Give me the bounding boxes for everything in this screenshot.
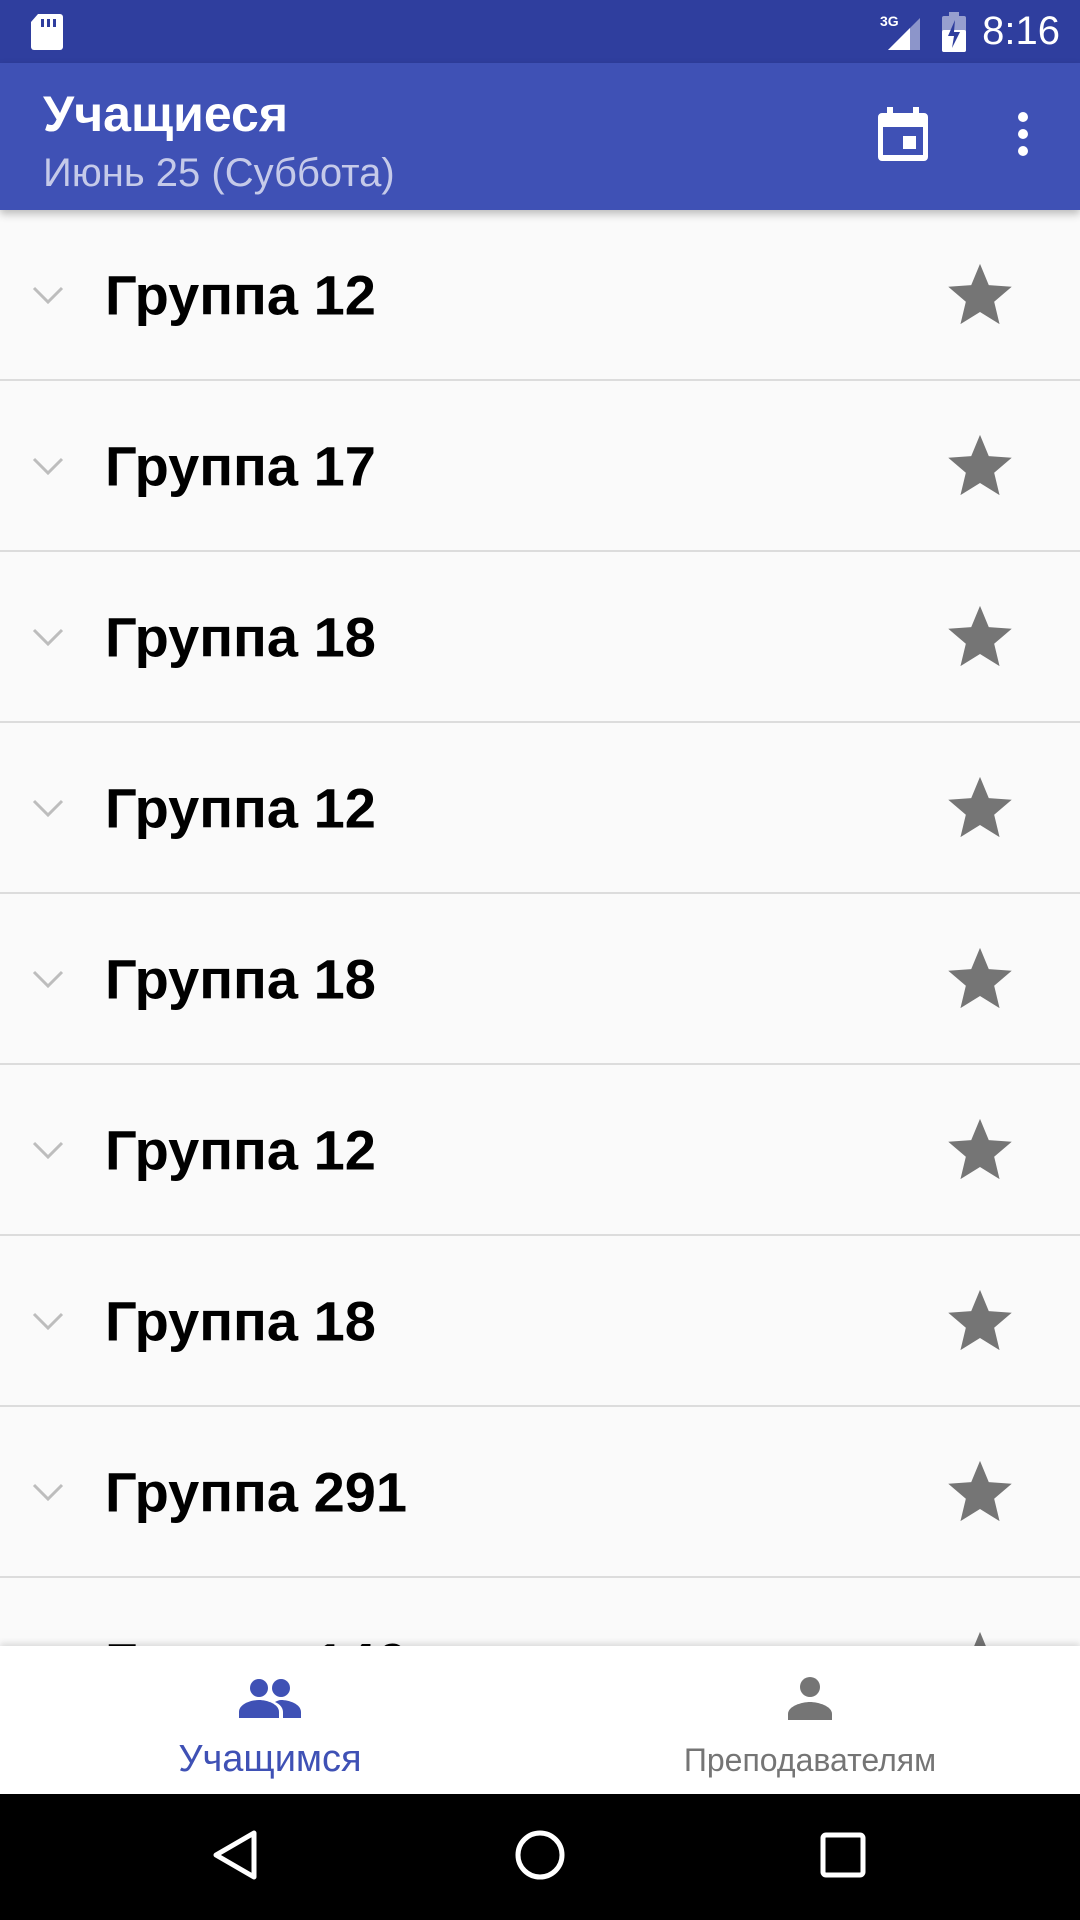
star-icon[interactable] <box>940 1110 1020 1190</box>
page-title: Учащиеся <box>43 86 288 142</box>
list-item[interactable]: Группа 146 <box>0 1578 1080 1646</box>
date-subtitle: Июнь 25 (Суббота) <box>43 151 395 195</box>
tab-teachers[interactable]: Преподавателям <box>540 1646 1080 1794</box>
list-item[interactable]: Группа 12 <box>0 210 1080 381</box>
system-navigation-bar <box>0 1794 1080 1920</box>
group-name: Группа 146 <box>105 1630 407 1646</box>
star-icon[interactable] <box>940 1281 1020 1361</box>
person-icon <box>778 1670 842 1726</box>
tab-students-label: Учащимся <box>178 1738 362 1780</box>
list-item[interactable]: Группа 12 <box>0 723 1080 894</box>
tab-teachers-label: Преподавателям <box>683 1742 937 1778</box>
chevron-down-icon[interactable] <box>30 790 66 826</box>
back-button[interactable] <box>200 1822 270 1892</box>
recent-square-icon <box>820 1832 866 1883</box>
star-icon[interactable] <box>940 768 1020 848</box>
recent-apps-button[interactable] <box>808 1822 878 1892</box>
home-circle-icon <box>514 1829 566 1886</box>
home-button[interactable] <box>505 1822 575 1892</box>
chevron-down-icon[interactable] <box>30 619 66 655</box>
group-name: Группа 12 <box>105 1118 376 1181</box>
chevron-down-icon[interactable] <box>30 1132 66 1168</box>
group-name: Группа 291 <box>105 1460 408 1523</box>
chevron-down-icon[interactable] <box>30 448 66 484</box>
status-time: 8:16 <box>982 9 1060 53</box>
star-icon[interactable] <box>940 1452 1020 1532</box>
list-item[interactable]: Группа 12 <box>0 1065 1080 1236</box>
more-options-button[interactable] <box>990 101 1056 171</box>
list-item[interactable]: Группа 17 <box>0 381 1080 552</box>
star-icon[interactable] <box>940 255 1020 335</box>
app-bar: Учащиеся Июнь 25 (Суббота) <box>0 63 1080 210</box>
people-icon <box>238 1670 302 1726</box>
bottom-navigation: Учащимся Преподавателям <box>0 1646 1080 1794</box>
network-type: 3G <box>880 13 899 29</box>
star-icon[interactable] <box>940 597 1020 677</box>
star-icon[interactable] <box>940 1623 1020 1646</box>
group-name: Группа 18 <box>105 605 376 668</box>
group-name: Группа 18 <box>105 947 376 1010</box>
chevron-down-icon[interactable] <box>30 961 66 997</box>
back-triangle-icon <box>212 1829 258 1886</box>
list-item[interactable]: Группа 291 <box>0 1407 1080 1578</box>
star-icon[interactable] <box>940 426 1020 506</box>
list-item[interactable]: Группа 18 <box>0 894 1080 1065</box>
battery-charging-icon <box>942 11 967 52</box>
more-vert-icon <box>1017 111 1029 161</box>
sd-card-icon <box>30 13 64 51</box>
group-name: Группа 18 <box>105 1289 376 1352</box>
group-list: Группа 12 Группа 17 Группа 18 Группа 12 <box>0 210 1080 1646</box>
group-name: Группа 12 <box>105 263 376 326</box>
chevron-down-icon[interactable] <box>30 1303 66 1339</box>
group-name: Группа 17 <box>105 434 376 497</box>
calendar-button[interactable] <box>868 101 938 171</box>
star-icon[interactable] <box>940 939 1020 1019</box>
list-item[interactable]: Группа 18 <box>0 552 1080 723</box>
tab-students[interactable]: Учащимся <box>0 1646 540 1794</box>
list-item[interactable]: Группа 18 <box>0 1236 1080 1407</box>
chevron-down-icon[interactable] <box>30 1474 66 1510</box>
calendar-icon <box>878 106 928 166</box>
status-bar: 3G 8:16 <box>0 0 1080 63</box>
signal-3g-icon: 3G <box>880 12 926 52</box>
group-name: Группа 12 <box>105 776 376 839</box>
chevron-down-icon[interactable] <box>30 277 66 313</box>
